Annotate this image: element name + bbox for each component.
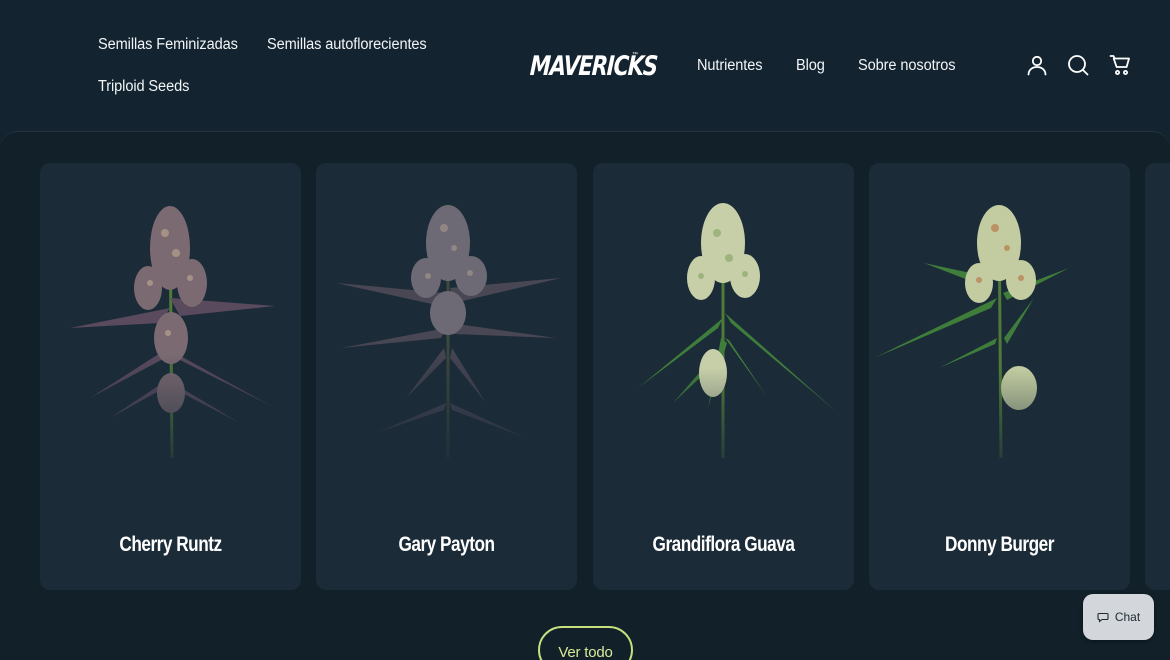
nav-semillas-autoflorecientes[interactable]: Semillas autoflorecientes (267, 36, 427, 54)
product-card[interactable]: Donny Burger (869, 163, 1130, 590)
product-card[interactable]: Gary Payton (316, 163, 577, 590)
nav-sobre-nosotros[interactable]: Sobre nosotros (858, 57, 956, 75)
logo-text: MAVERICKS (529, 50, 658, 82)
search-icon[interactable] (1065, 52, 1091, 78)
site-header: Semillas Feminizadas Semillas autoflorec… (0, 0, 1170, 130)
product-card[interactable]: Grandiflora Guava (593, 163, 854, 590)
product-name: Donny Burger (945, 533, 1054, 556)
product-image-gary-payton (316, 188, 577, 488)
product-card-next-partial[interactable] (1145, 163, 1170, 590)
chat-label: Chat (1114, 610, 1141, 624)
product-image-donny-burger (869, 188, 1130, 488)
product-name: Grandiflora Guava (652, 533, 795, 556)
product-image-grandiflora-guava (593, 188, 854, 488)
cart-icon[interactable] (1107, 52, 1133, 78)
account-icon[interactable] (1024, 52, 1050, 78)
chat-bubble-icon (1097, 612, 1109, 623)
view-all-button[interactable]: Ver todo (538, 626, 633, 660)
product-image-cherry-runtz (40, 188, 301, 488)
chat-button[interactable]: Chat (1083, 594, 1154, 640)
nav-nutrientes[interactable]: Nutrientes (697, 57, 763, 75)
site-logo[interactable]: MAVERICKS ™ (529, 48, 658, 84)
product-card[interactable]: Cherry Runtz (40, 163, 301, 590)
product-name: Cherry Runtz (119, 533, 222, 556)
nav-semillas-feminizadas[interactable]: Semillas Feminizadas (98, 36, 238, 54)
logo-trademark: ™ (632, 52, 638, 58)
product-name: Gary Payton (398, 533, 495, 556)
nav-blog[interactable]: Blog (796, 57, 825, 75)
nav-triploid-seeds[interactable]: Triploid Seeds (98, 78, 189, 96)
